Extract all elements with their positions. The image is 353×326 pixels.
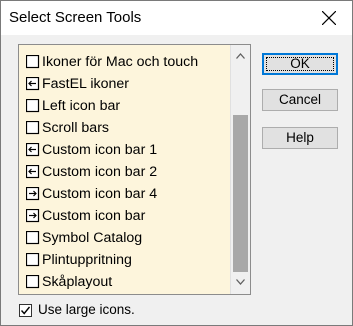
list-item-label: Ikoner för Mac och touch <box>42 54 199 70</box>
list-item-label: Symbol Catalog <box>42 230 143 246</box>
checkbox-empty-icon[interactable] <box>25 120 40 135</box>
chevron-down-icon <box>236 279 245 285</box>
select-screen-tools-dialog: Select Screen Tools Ikoner för Mac och t… <box>0 0 353 326</box>
cancel-button[interactable]: Cancel <box>262 89 338 111</box>
checkbox-box[interactable] <box>19 304 32 317</box>
checkbox-empty-icon[interactable] <box>25 252 40 267</box>
list-item[interactable]: Custom icon bar 2 <box>19 162 231 184</box>
checkbox-empty-icon[interactable] <box>25 98 40 113</box>
list-item-label: Left icon bar <box>42 98 121 114</box>
arrow-left-box-icon[interactable] <box>25 76 40 91</box>
list-item[interactable]: Symbol Catalog <box>19 228 231 250</box>
arrow-right-box-icon[interactable] <box>25 208 40 223</box>
list-item[interactable]: FastEL ikoner <box>19 74 231 96</box>
list-item[interactable]: Skåplayout <box>19 272 231 294</box>
scroll-down-button[interactable] <box>231 273 250 291</box>
vertical-scrollbar[interactable] <box>230 45 250 294</box>
list-item-label: Plintuppritning <box>42 252 132 268</box>
list-items: Ikoner för Mac och touch FastEL ikoner Lef… <box>19 52 231 294</box>
use-large-icons-label: Use large icons. <box>38 302 135 317</box>
window-title: Select Screen Tools <box>9 9 142 26</box>
title-bar: Select Screen Tools <box>1 1 352 35</box>
scroll-thumb[interactable] <box>233 115 248 272</box>
cancel-button-label: Cancel <box>278 92 322 107</box>
list-item-label: Custom icon bar 1 <box>42 142 158 158</box>
list-item-label: Custom icon bar 4 <box>42 186 158 202</box>
list-item[interactable]: Plintuppritning <box>19 250 231 272</box>
chevron-up-icon <box>236 53 245 59</box>
checkbox-empty-icon[interactable] <box>25 54 40 69</box>
list-item[interactable]: Ikoner för Mac och touch <box>19 52 231 74</box>
list-item-label: Scroll bars <box>42 120 110 136</box>
list-item[interactable]: Custom icon bar <box>19 206 231 228</box>
ok-button[interactable]: OK <box>262 53 338 75</box>
list-item[interactable]: Scroll bars <box>19 118 231 140</box>
checkbox-empty-icon[interactable] <box>25 274 40 289</box>
help-button[interactable]: Help <box>262 127 338 149</box>
list-item[interactable]: Left icon bar <box>19 96 231 118</box>
arrow-right-box-icon[interactable] <box>25 186 40 201</box>
help-button-label: Help <box>286 130 314 145</box>
checkbox-empty-icon[interactable] <box>25 230 40 245</box>
close-icon <box>322 11 336 25</box>
list-item-label: Skåplayout <box>42 274 113 290</box>
arrow-left-box-icon[interactable] <box>25 142 40 157</box>
close-button[interactable] <box>306 1 352 35</box>
list-item-label: FastEL ikoner <box>42 76 130 92</box>
screen-tools-list[interactable]: Ikoner för Mac och touch FastEL ikoner Lef… <box>18 44 251 295</box>
checkmark-icon <box>21 306 30 315</box>
list-item[interactable]: Custom icon bar 4 <box>19 184 231 206</box>
ok-button-label: OK <box>290 56 310 71</box>
scroll-up-button[interactable] <box>231 47 250 65</box>
list-item[interactable]: Custom icon bar 1 <box>19 140 231 162</box>
arrow-left-box-icon[interactable] <box>25 164 40 179</box>
list-item-label: Custom icon bar <box>42 208 146 224</box>
list-item-label: Custom icon bar 2 <box>42 164 158 180</box>
